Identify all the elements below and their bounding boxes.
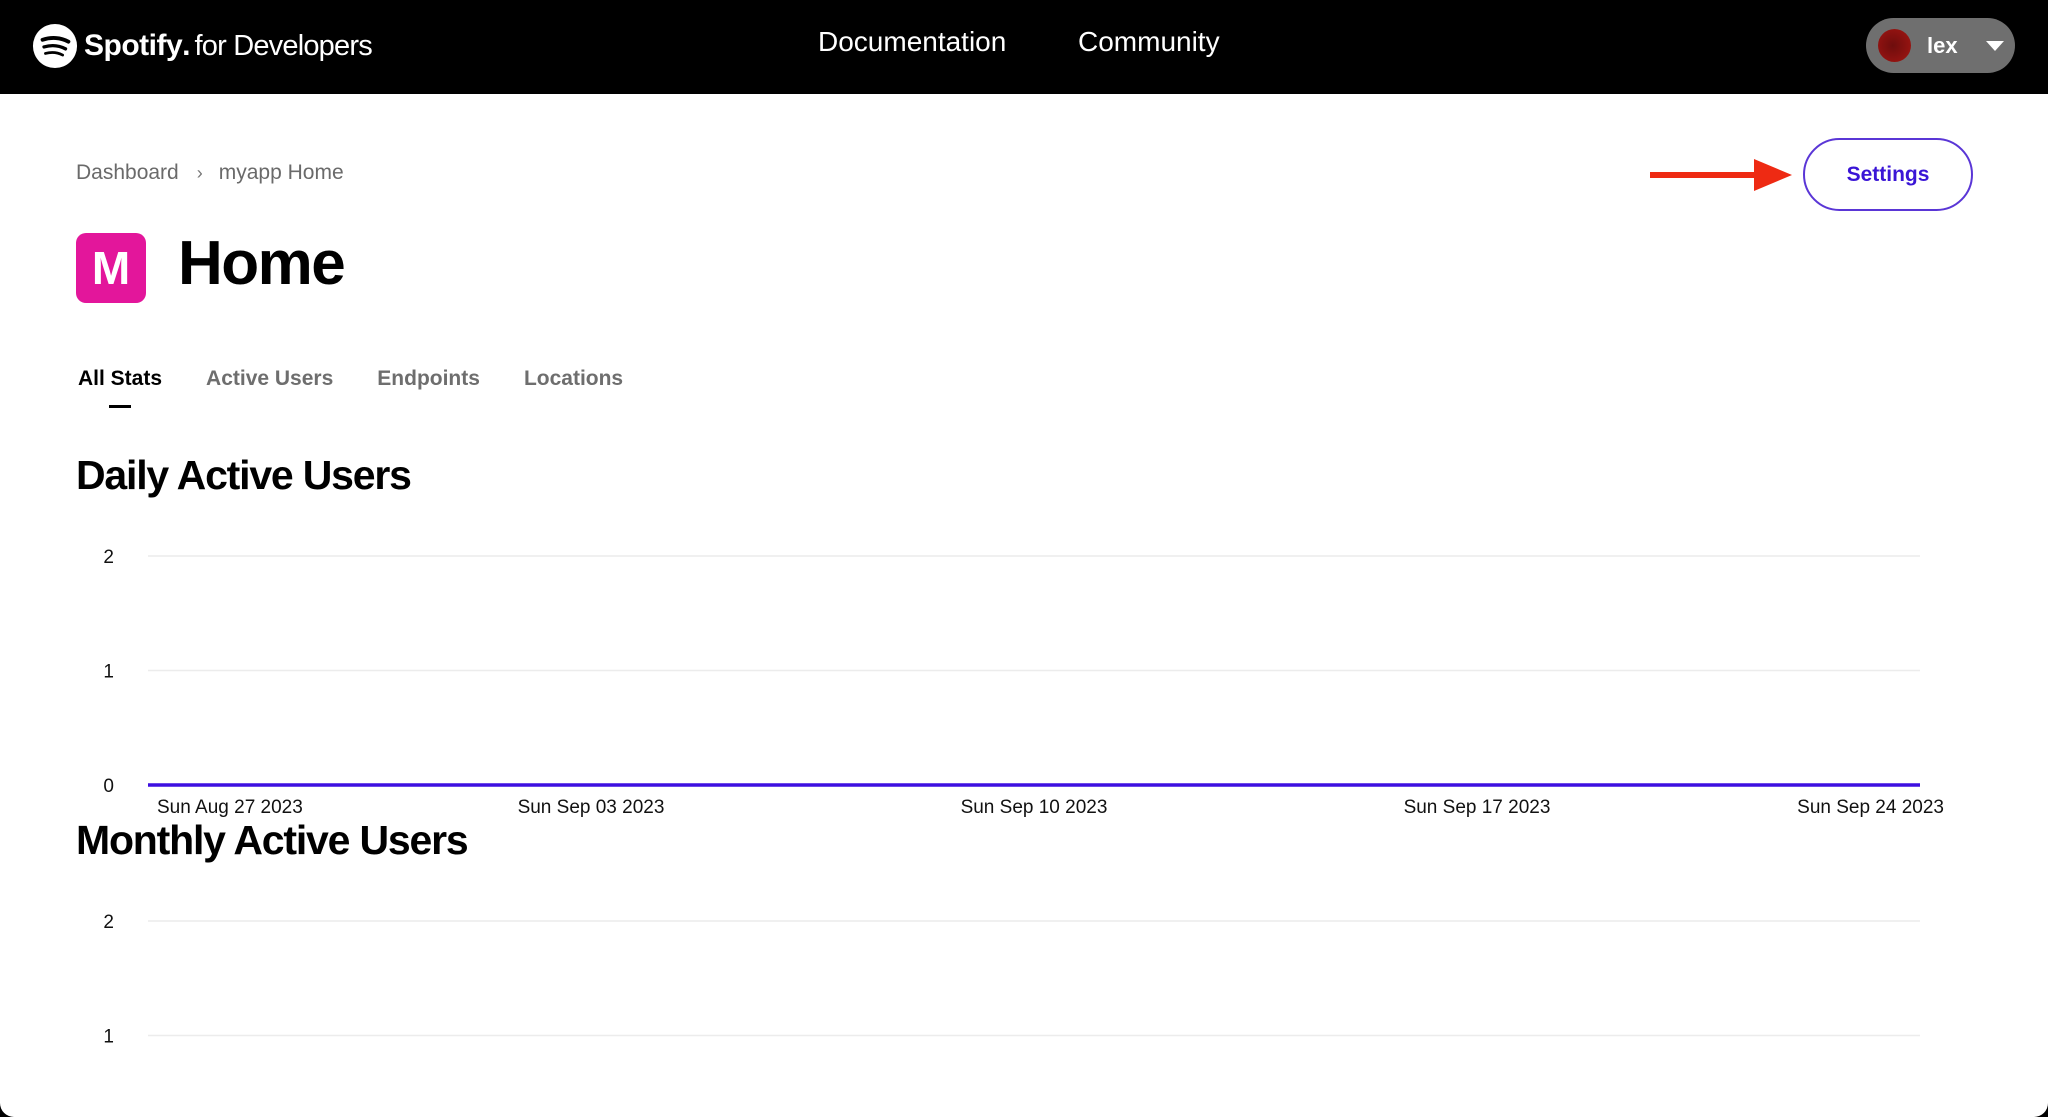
stats-tabs: All Stats Active Users Endpoints Locatio… xyxy=(78,367,667,391)
x-tick-label: Sun Sep 03 2023 xyxy=(518,797,665,818)
caret-down-icon xyxy=(1986,41,2004,51)
tab-endpoints[interactable]: Endpoints xyxy=(377,367,480,391)
settings-button[interactable]: Settings xyxy=(1803,138,1973,211)
avatar xyxy=(1878,29,1911,62)
spotify-developers-logo[interactable]: Spotify. for Developers xyxy=(32,22,372,70)
y-tick-label: 2 xyxy=(103,547,114,568)
chevron-right-icon: › xyxy=(197,163,203,184)
top-navbar: Spotify. for Developers Documentation Co… xyxy=(0,0,2048,94)
daily-active-users-chart: 0 1 2 Sun Aug 27 2023 Sun Sep 03 2023 Sun Sep… xyxy=(0,530,2048,830)
monthly-active-users-chart: 12 xyxy=(0,895,2048,1117)
daily-active-users-title: Daily Active Users xyxy=(76,452,411,499)
x-tick-label: Sun Aug 27 2023 xyxy=(157,797,303,818)
y-tick-label: 2 xyxy=(103,912,114,933)
tab-locations[interactable]: Locations xyxy=(524,367,623,391)
brand-suffix: for Developers xyxy=(195,30,372,63)
nav-community[interactable]: Community xyxy=(1078,26,1220,58)
y-tick-label: 1 xyxy=(103,662,114,683)
spotify-icon xyxy=(32,23,78,69)
page-title: Home xyxy=(178,228,344,299)
monthly-active-users-svg: 12 xyxy=(0,895,2048,1117)
daily-active-users-svg: 0 1 2 Sun Aug 27 2023 Sun Sep 03 2023 Sun Sep… xyxy=(0,530,2048,830)
annotation-arrow-icon xyxy=(1650,158,1792,192)
app-icon: M xyxy=(76,233,146,303)
breadcrumb: Dashboard › myapp Home xyxy=(76,161,344,185)
page: Spotify. for Developers Documentation Co… xyxy=(0,0,2048,1117)
nav-documentation[interactable]: Documentation xyxy=(818,26,1006,58)
breadcrumb-current: myapp Home xyxy=(219,161,344,185)
monthly-active-users-title: Monthly Active Users xyxy=(76,817,467,864)
tab-all-stats[interactable]: All Stats xyxy=(78,367,162,391)
x-tick-label: Sun Sep 10 2023 xyxy=(961,797,1108,818)
y-tick-label: 0 xyxy=(103,776,114,797)
tab-active-users[interactable]: Active Users xyxy=(206,367,333,391)
x-tick-label: Sun Sep 24 2023 xyxy=(1797,797,1944,818)
brand-dot: . xyxy=(182,29,190,63)
brand-name: Spotify xyxy=(84,29,182,63)
breadcrumb-dashboard[interactable]: Dashboard xyxy=(76,161,179,185)
y-tick-label: 1 xyxy=(103,1027,114,1048)
user-name: lex xyxy=(1927,33,1958,59)
user-menu-button[interactable]: lex xyxy=(1866,18,2015,73)
x-tick-label: Sun Sep 17 2023 xyxy=(1404,797,1551,818)
